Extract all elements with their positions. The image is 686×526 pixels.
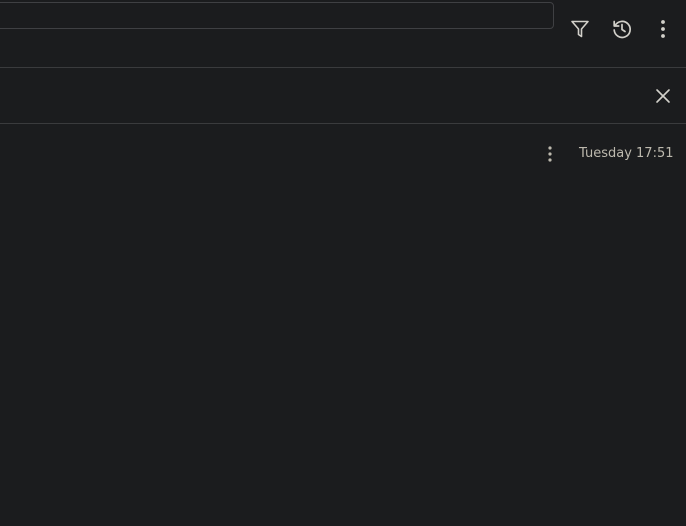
secondary-bar bbox=[0, 68, 686, 124]
item-timestamp: Tuesday 17:51 bbox=[579, 146, 674, 161]
top-toolbar bbox=[0, 0, 686, 68]
item-more-options-button[interactable] bbox=[537, 141, 563, 167]
list-item[interactable]: Tuesday 17:51 bbox=[0, 124, 686, 184]
filter-icon bbox=[570, 19, 590, 39]
filter-button[interactable] bbox=[567, 16, 593, 42]
history-icon bbox=[611, 18, 633, 40]
close-button[interactable] bbox=[650, 83, 676, 109]
search-input[interactable] bbox=[0, 2, 554, 29]
history-button[interactable] bbox=[609, 16, 635, 42]
more-vertical-icon bbox=[660, 19, 666, 39]
more-options-button[interactable] bbox=[650, 16, 676, 42]
more-vertical-icon bbox=[547, 145, 553, 163]
app-window: Tuesday 17:51 bbox=[0, 0, 686, 526]
close-icon bbox=[655, 88, 671, 104]
